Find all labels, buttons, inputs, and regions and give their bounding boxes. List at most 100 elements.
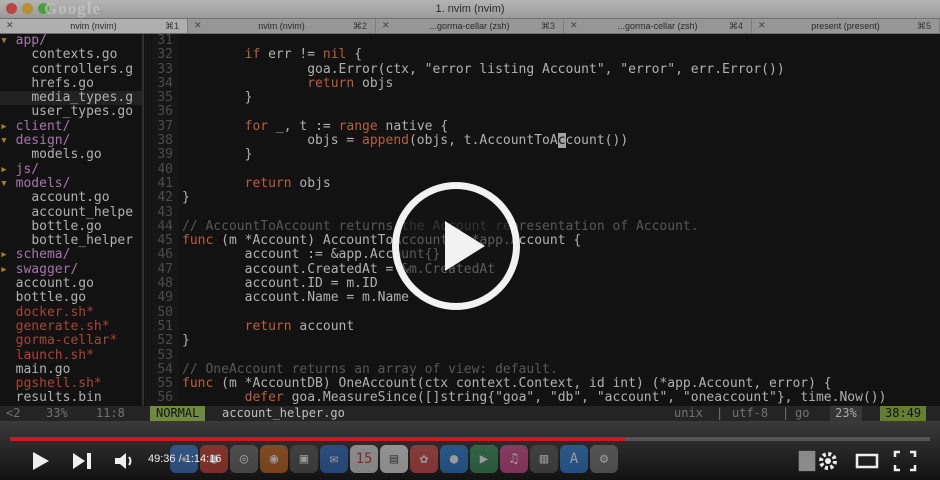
tree-file[interactable]: media_types.g — [0, 91, 142, 106]
photos-icon: ✿ — [410, 445, 438, 473]
code-line[interactable]: account.ID = m.ID — [182, 276, 940, 292]
volume-button[interactable] — [112, 449, 136, 473]
tree-file[interactable]: main.go — [0, 363, 142, 377]
tree-folder[interactable]: ▸ swagger/ — [0, 263, 142, 277]
code-line[interactable]: for _, t := range native { — [182, 118, 940, 134]
code-line[interactable] — [182, 206, 940, 220]
code-line[interactable]: account := &app.Account{} — [182, 248, 940, 262]
code-line[interactable]: goa.Error(ctx, "error listing Account", … — [182, 61, 940, 77]
tree-file[interactable]: account.go — [0, 191, 142, 205]
tree-file[interactable]: launch.sh* — [0, 349, 142, 363]
tree-folder[interactable]: ▸ client/ — [0, 120, 142, 134]
tab-3[interactable]: ✕ ...gorma-cellar (zsh) ⌘3 — [376, 19, 564, 33]
code-line[interactable] — [182, 105, 940, 119]
tree-file[interactable]: contexts.go — [0, 48, 142, 62]
seek-progress — [10, 437, 625, 441]
theater-mode-button[interactable] — [854, 449, 880, 473]
code-line[interactable] — [182, 349, 940, 363]
code-line[interactable]: return account — [182, 319, 940, 334]
code-text: goa.Error(ctx, "error listing Account", … — [182, 61, 785, 77]
tree-item-label: models.go — [31, 148, 102, 163]
code-line[interactable]: account.Name = m.Name — [182, 291, 940, 305]
tree-file[interactable]: generate.sh* — [0, 320, 142, 334]
tree-file[interactable]: account.go — [0, 277, 142, 291]
tab-label: present (present) — [811, 21, 880, 31]
code-line[interactable]: return objs — [182, 75, 940, 91]
tree-folder[interactable]: ▸ js/ — [0, 163, 142, 177]
line-number: 54 — [157, 361, 173, 377]
tree-folder[interactable]: ▾ design/ — [0, 134, 142, 148]
code-line[interactable]: } — [182, 334, 940, 348]
tree-file[interactable]: docker.sh* — [0, 306, 142, 320]
code-line[interactable] — [182, 163, 940, 177]
tree-folder[interactable]: ▸ schema/ — [0, 248, 142, 262]
tree-item-label: user_types.go — [31, 105, 134, 120]
code-line[interactable]: } — [182, 91, 940, 105]
play-small-button[interactable] — [28, 449, 52, 473]
code-line[interactable]: // AccountToAccount returns the Account … — [182, 219, 940, 234]
code-keyword: nil — [322, 47, 347, 63]
code-text: objs — [354, 75, 394, 91]
split-divider — [142, 34, 144, 406]
tab-label: ...gorma-cellar (zsh) — [617, 21, 698, 31]
tree-item-label: gorma-cellar* — [15, 334, 118, 349]
tree-file[interactable]: pgshell.sh* — [0, 377, 142, 391]
code-line[interactable]: return objs — [182, 176, 940, 191]
dock-background-icons: ✦ ● ◎ ◉ ▣ ✉ 15 ▤ ✿ ● ▶ ♫ ▥ A ⚙ — [170, 445, 618, 473]
code-comment: // OneAccount returns an array of view: … — [182, 361, 558, 377]
code-line[interactable] — [182, 34, 940, 48]
code-line[interactable]: func (m *AccountDB) OneAccount(ctx conte… — [182, 376, 940, 391]
status-position: 38:49 — [880, 406, 927, 421]
settings-gear-icon[interactable] — [816, 449, 840, 473]
mail-icon: ✉ — [320, 445, 348, 473]
status-left-position: 11:8 — [96, 406, 125, 420]
tree-file[interactable]: models.go — [0, 148, 142, 162]
seek-bar[interactable] — [10, 437, 930, 441]
code-line[interactable]: objs = append(objs, t.AccountToAccount()… — [182, 133, 940, 149]
play-button[interactable] — [392, 182, 520, 310]
tab-2[interactable]: ✕ nvim (nvim) ⌘2 — [188, 19, 376, 33]
tree-file[interactable]: controllers.g — [0, 63, 142, 77]
code-text: } — [182, 90, 253, 106]
folder-toggle-icon: ▾ — [0, 176, 16, 191]
vim-statusline: <2 33% 11:8 NORMAL account_helper.go uni… — [0, 406, 940, 421]
fullscreen-button[interactable] — [892, 449, 918, 473]
folder-toggle-icon: ▾ — [0, 134, 16, 149]
tab-5[interactable]: ✕ present (present) ⌘5 — [752, 19, 940, 33]
tab-bar: ✕ nvim (nvim) ⌘1 ✕ nvim (nvim) ⌘2 ✕ ...g… — [0, 19, 940, 34]
tree-file[interactable]: user_types.go — [0, 105, 142, 119]
tab-1[interactable]: ✕ nvim (nvim) ⌘1 — [0, 19, 188, 33]
code-line[interactable]: // OneAccount returns an array of view: … — [182, 361, 940, 377]
code-text: _, t := — [268, 118, 339, 134]
tree-file[interactable]: account_helpe — [0, 206, 142, 220]
play-icon — [445, 221, 485, 271]
code-line[interactable]: } — [182, 191, 940, 205]
tree-file[interactable]: bottle.go — [0, 220, 142, 234]
tree-folder[interactable]: ▾ app/ — [0, 34, 142, 48]
tab-4[interactable]: ✕ ...gorma-cellar (zsh) ⌘4 — [564, 19, 752, 33]
code-line[interactable]: defer goa.MeasureSince([]string{"goa", "… — [182, 391, 940, 405]
code-line[interactable] — [182, 306, 940, 320]
next-button[interactable] — [70, 449, 96, 473]
tree-file[interactable]: gorma-cellar* — [0, 334, 142, 348]
tab-shortcut: ⌘2 — [352, 21, 367, 31]
code-line[interactable]: func (m *Account) AccountToAccount() *ap… — [182, 234, 940, 248]
code-line[interactable]: if err != nil { — [182, 48, 940, 62]
tree-file[interactable]: hrefs.go — [0, 77, 142, 91]
code-line[interactable]: account.CreatedAt = &m.CreatedAt — [182, 262, 940, 277]
folder-toggle-icon: ▸ — [0, 119, 16, 134]
code-editor[interactable]: if err != nil { goa.Error(ctx, "error li… — [182, 34, 940, 406]
line-number: 47 — [157, 261, 173, 277]
code-line[interactable]: } — [182, 148, 940, 162]
tree-file[interactable]: bottle.go — [0, 291, 142, 305]
tree-folder[interactable]: ▾ models/ — [0, 177, 142, 191]
file-tree[interactable]: ▾ app/ contexts.go controllers.g hrefs.g… — [0, 34, 142, 406]
code-text: account.ID = m.ID — [182, 276, 378, 292]
code-text: err != — [260, 47, 323, 63]
tree-file[interactable]: bottle_helper — [0, 234, 142, 248]
tree-file[interactable]: results.bin — [0, 391, 142, 405]
code-keyword: defer — [244, 390, 284, 406]
